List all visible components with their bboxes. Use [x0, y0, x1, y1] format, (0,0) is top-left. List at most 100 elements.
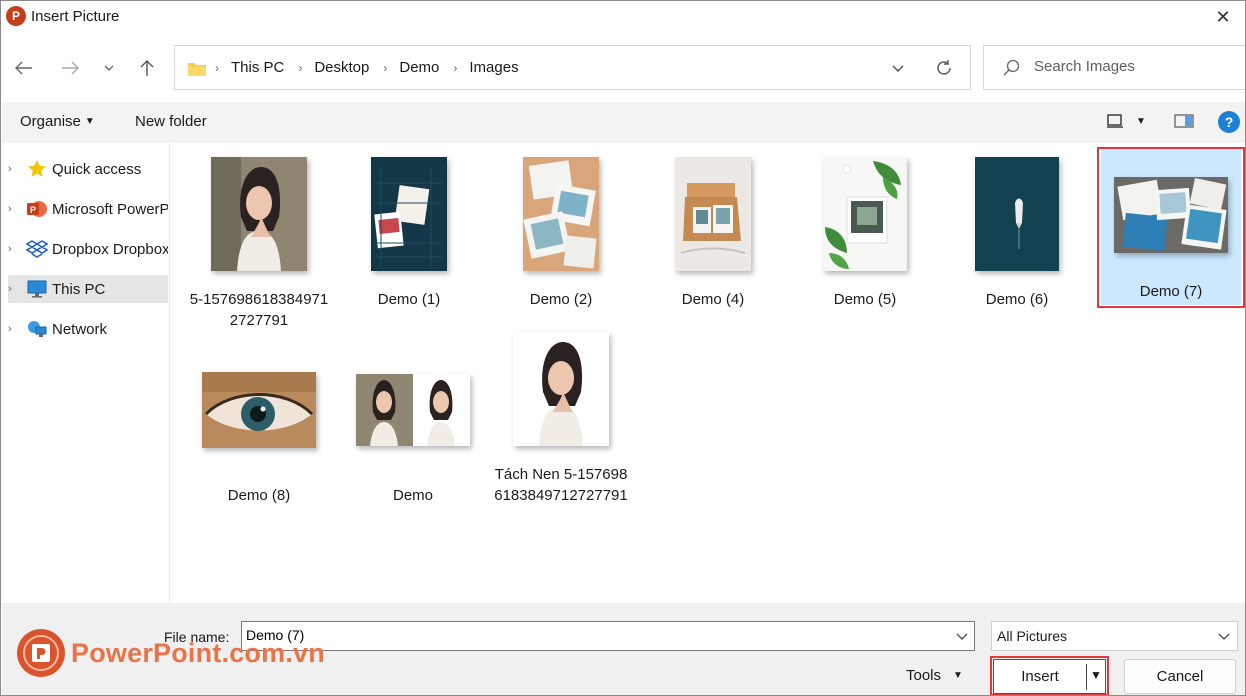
- thumbnail: [491, 326, 631, 452]
- photo-collage-thumbnail: [523, 157, 599, 271]
- insert-label: Insert: [1021, 668, 1059, 685]
- file-name-input[interactable]: [246, 627, 936, 643]
- file-name: Demo: [392, 487, 433, 504]
- expand-chevron-icon[interactable]: ›: [8, 283, 22, 295]
- breadcrumb: › This PC › Desktop › Demo › Images: [215, 46, 533, 89]
- file-tile[interactable]: Demo (5): [795, 151, 935, 311]
- preview-pane-button[interactable]: [1174, 113, 1194, 133]
- file-tile[interactable]: Demo (2): [491, 151, 631, 311]
- preview-pane-icon: [1174, 114, 1194, 128]
- file-tile[interactable]: Demo (4): [643, 151, 783, 311]
- search-input[interactable]: [1034, 58, 1234, 75]
- eye-closeup-thumbnail: [202, 372, 316, 448]
- address-bar[interactable]: › This PC › Desktop › Demo › Images: [174, 45, 971, 90]
- file-tile[interactable]: Demo (8): [189, 347, 329, 504]
- split-divider: [1086, 664, 1087, 690]
- file-name: Demo (6): [985, 291, 1049, 308]
- breadcrumb-desktop[interactable]: Desktop: [314, 59, 369, 76]
- file-name: Demo (7): [1139, 283, 1203, 300]
- view-options-dropdown[interactable]: ▼: [1136, 116, 1146, 127]
- chevron-down-icon: [104, 65, 114, 71]
- network-icon: [26, 319, 48, 339]
- caret-down-icon: ▼: [953, 670, 963, 681]
- expand-chevron-icon[interactable]: ›: [8, 203, 22, 215]
- thumbnail: [1101, 149, 1241, 281]
- organise-menu[interactable]: Organise ▼: [20, 113, 95, 130]
- cancel-button[interactable]: Cancel: [1124, 659, 1236, 694]
- window-title: Insert Picture: [31, 8, 120, 25]
- pool-collage-thumbnail: [1114, 177, 1228, 253]
- up-arrow-icon: [140, 60, 154, 76]
- thumbnail: [643, 151, 783, 277]
- sidebar-item-microsoft-powerpoint[interactable]: › P Microsoft PowerPoint: [8, 195, 168, 223]
- forward-button[interactable]: [55, 53, 85, 83]
- file-name: Demo (8): [227, 487, 291, 504]
- sidebar-item-label: Network: [52, 320, 108, 338]
- new-folder-button[interactable]: New folder: [135, 113, 207, 130]
- insert-options-dropdown[interactable]: ▼: [1090, 668, 1102, 682]
- memo-board-thumbnail: [371, 157, 447, 271]
- thumbnail: [189, 347, 329, 473]
- chevron-down-icon: [1218, 633, 1230, 640]
- file-tile[interactable]: 5-1576986183849712727791: [189, 151, 329, 331]
- recent-locations-button[interactable]: [94, 53, 124, 83]
- thumbnail: [491, 151, 631, 277]
- breadcrumb-images[interactable]: Images: [469, 59, 518, 76]
- powerpoint-logo-icon: [17, 629, 65, 677]
- file-tile[interactable]: Tách Nen 5-1576986183849712727791: [491, 326, 631, 526]
- title-bar: P Insert Picture ✕: [1, 1, 1245, 33]
- chevron-down-icon[interactable]: [956, 633, 968, 640]
- file-type-filter[interactable]: All Pictures: [991, 621, 1238, 651]
- file-tile[interactable]: Demo (1): [339, 151, 479, 311]
- organise-label: Organise: [20, 113, 81, 130]
- caret-down-icon: ▼: [84, 116, 95, 127]
- portrait-cutout-thumbnail: [513, 332, 609, 446]
- thumbnail: [947, 151, 1087, 277]
- file-name: Demo (2): [529, 291, 593, 308]
- up-button[interactable]: [132, 53, 162, 83]
- refresh-icon: [937, 60, 951, 75]
- expand-chevron-icon[interactable]: ›: [8, 243, 22, 255]
- sidebar-item-dropbox[interactable]: › Dropbox Dropbox: [8, 235, 168, 263]
- expand-chevron-icon[interactable]: ›: [8, 163, 22, 175]
- sidebar-item-this-pc[interactable]: › This PC: [8, 275, 168, 303]
- file-name: Demo (4): [681, 291, 745, 308]
- sidebar-item-label: This PC: [52, 280, 106, 298]
- back-button[interactable]: [9, 53, 39, 83]
- file-tile-selected[interactable]: Demo (7): [1101, 149, 1241, 305]
- sidebar-item-network[interactable]: › Network: [8, 315, 168, 343]
- file-type-filter-value: All Pictures: [997, 628, 1068, 644]
- close-button[interactable]: ✕: [1201, 1, 1245, 33]
- command-bar: Organise ▼ New folder ▼: [2, 102, 1245, 143]
- breadcrumb-this-pc[interactable]: This PC: [231, 59, 284, 76]
- search-box[interactable]: [983, 45, 1245, 90]
- file-tile[interactable]: Demo: [343, 347, 483, 504]
- change-view-button[interactable]: [1106, 113, 1124, 133]
- file-name: Demo (5): [833, 291, 897, 308]
- sidebar-item-quick-access[interactable]: › Quick access: [8, 155, 168, 183]
- polaroid-leaves-thumbnail: [823, 157, 907, 271]
- breadcrumb-demo[interactable]: Demo: [399, 59, 439, 76]
- thumbnail: [795, 151, 935, 277]
- back-arrow-icon: [15, 61, 32, 75]
- file-name-field[interactable]: [241, 621, 975, 651]
- breadcrumb-separator: ›: [383, 60, 388, 75]
- forward-arrow-icon: [62, 61, 79, 75]
- file-list: 5-1576986183849712727791 Demo (1) Demo (…: [171, 143, 1245, 603]
- folder-icon: [188, 63, 206, 76]
- expand-chevron-icon[interactable]: ›: [8, 323, 22, 335]
- watermark-text: PowerPoint.com.vn: [71, 637, 325, 668]
- tools-menu[interactable]: Tools ▼: [906, 667, 963, 684]
- search-icon: [1003, 59, 1020, 76]
- file-tile[interactable]: Demo (6): [947, 151, 1087, 311]
- refresh-button[interactable]: [931, 56, 957, 80]
- help-button[interactable]: ?: [1218, 111, 1240, 133]
- insert-button[interactable]: Insert ▼: [993, 659, 1106, 694]
- address-history-dropdown[interactable]: [885, 56, 911, 80]
- insert-picture-dialog: P Insert Picture ✕ › This PC › Desktop ›…: [0, 0, 1246, 696]
- powerpoint-app-icon: P: [6, 6, 26, 26]
- before-after-portrait-thumbnail: [356, 374, 470, 446]
- navigation-pane: › Quick access › P Microsoft PowerPoint …: [2, 143, 170, 603]
- thumbnail: [343, 347, 483, 473]
- computer-icon: [26, 279, 48, 299]
